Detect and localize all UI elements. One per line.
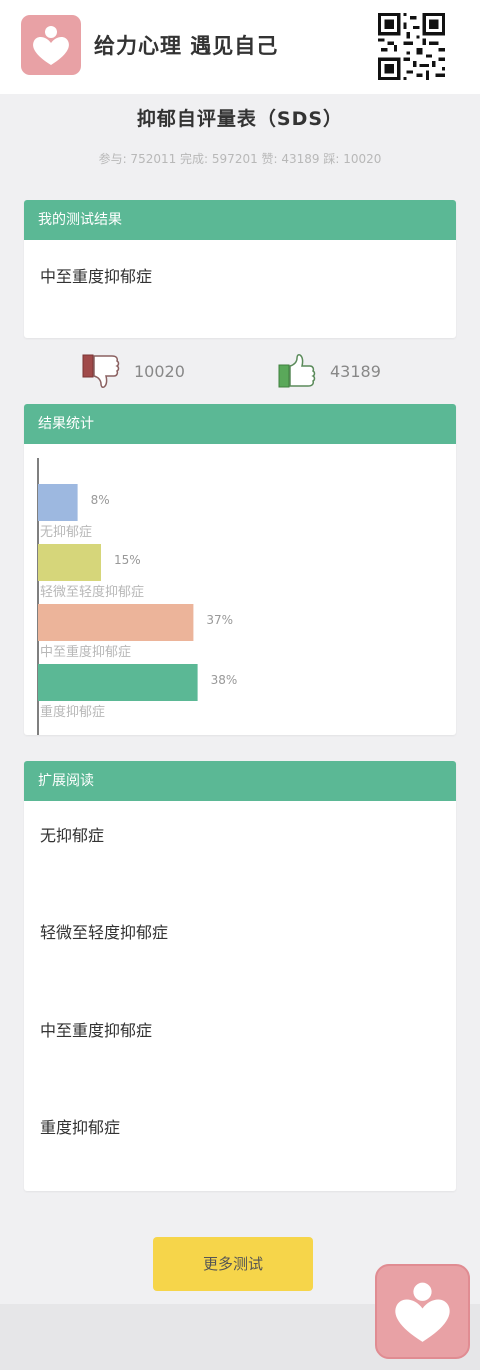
reading-link-severe[interactable]: 重度抑郁症 bbox=[40, 1114, 120, 1138]
chart-value-label: 37% bbox=[206, 613, 233, 627]
result-stats-header: 结果统计 bbox=[24, 404, 456, 444]
extended-reading-card: 扩展阅读 无抑郁症 轻微至轻度抑郁症 中至重度抑郁症 重度抑郁症 bbox=[24, 761, 456, 1191]
chart-category-label: 无抑郁症 bbox=[40, 525, 92, 540]
extended-reading-header: 扩展阅读 bbox=[24, 761, 456, 801]
reading-link-mild[interactable]: 轻微至轻度抑郁症 bbox=[40, 919, 168, 943]
my-result-header: 我的测试结果 bbox=[24, 200, 456, 240]
heart-person-icon bbox=[395, 1282, 450, 1342]
dislike-count: 10020 bbox=[134, 361, 185, 381]
reading-link-none[interactable]: 无抑郁症 bbox=[40, 822, 104, 846]
my-result-value: 中至重度抑郁症 bbox=[40, 267, 153, 286]
chart-bar bbox=[38, 664, 198, 701]
participation-stats: 参与: 752011 完成: 597201 赞: 43189 踩: 10020 bbox=[98, 152, 382, 166]
more-tests-button[interactable]: 更多测试 bbox=[153, 1237, 313, 1291]
chart-value-label: 8% bbox=[91, 493, 110, 507]
qr-code-icon[interactable] bbox=[378, 13, 445, 80]
app-header: 给力心理 遇见自己 bbox=[0, 0, 480, 94]
my-result-card: 我的测试结果 中至重度抑郁症 bbox=[24, 200, 456, 338]
reading-link-moderate-severe[interactable]: 中至重度抑郁症 bbox=[40, 1017, 152, 1041]
brand-logo bbox=[21, 15, 81, 75]
result-stats-card: 结果统计 8% 无抑郁症 15% 轻微至轻度抑郁症 37% 中至重度抑郁症 38% 重度抑郁症 bbox=[24, 404, 456, 735]
like-button[interactable]: 43189 bbox=[278, 352, 381, 390]
chart-bar bbox=[38, 544, 101, 581]
chart-value-label: 38% bbox=[211, 673, 238, 687]
like-count: 43189 bbox=[330, 361, 381, 381]
page-title: 抑郁自评量表（SDS） bbox=[136, 108, 344, 130]
thumbs-down-icon bbox=[82, 354, 120, 388]
brand-slogan: 给力心理 遇见自己 bbox=[94, 34, 279, 58]
floating-home-button[interactable] bbox=[375, 1264, 470, 1359]
thumbs-up-icon bbox=[278, 354, 316, 388]
chart-bar bbox=[38, 484, 78, 521]
heart-person-icon bbox=[33, 26, 69, 65]
chart-category-label: 中至重度抑郁症 bbox=[40, 644, 131, 660]
dislike-button[interactable]: 10020 bbox=[82, 352, 185, 390]
chart-bar bbox=[38, 604, 194, 641]
chart-category-label: 轻微至轻度抑郁症 bbox=[40, 584, 144, 600]
result-distribution-chart: 8% 无抑郁症 15% 轻微至轻度抑郁症 37% 中至重度抑郁症 38% 重度抑郁症 bbox=[37, 458, 238, 735]
chart-value-label: 15% bbox=[114, 553, 141, 567]
chart-category-label: 重度抑郁症 bbox=[40, 704, 105, 720]
